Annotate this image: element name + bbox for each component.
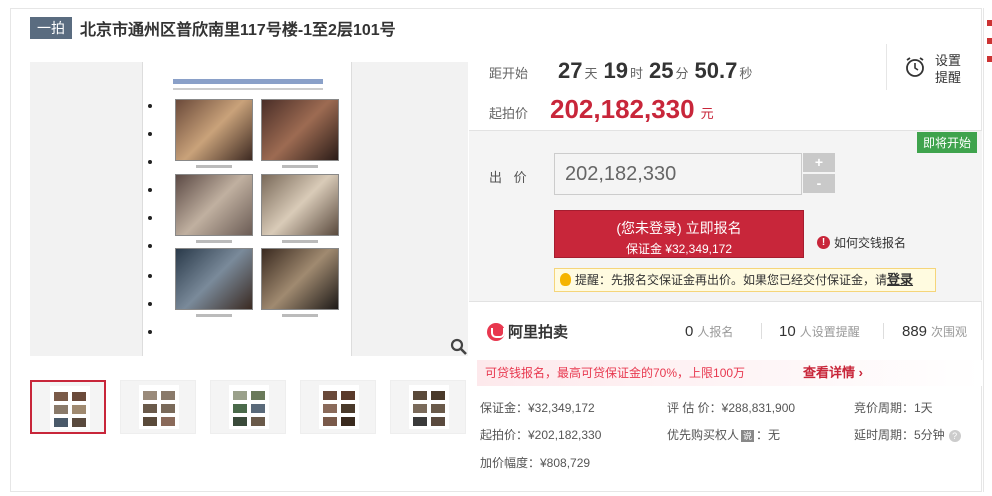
alarm-clock-icon	[906, 57, 924, 77]
thumbnail-strip	[30, 380, 468, 434]
thumbnail[interactable]	[390, 380, 466, 434]
document-preview	[142, 62, 352, 356]
signup-count: 0 人报名	[685, 323, 734, 340]
countdown: 距开始 27 天 19 时 25 分 50.7 秒	[489, 58, 752, 86]
signup-deposit-label: 保证金 ¥32,349,172	[625, 242, 733, 256]
property-photo	[175, 99, 253, 168]
stats-bar: 阿里拍卖 0 人报名 10 人设置提醒 889 次围观	[469, 302, 982, 358]
countdown-label: 距开始	[489, 66, 529, 81]
bid-amount-input[interactable]	[554, 153, 802, 195]
how-to-pay-label: 如何交钱报名	[834, 236, 907, 250]
divider	[883, 323, 884, 339]
tip-text: 提醒：先报名交保证金再出价。如果您已经交付保证金，请	[575, 273, 888, 287]
bid-label: 出 价	[489, 170, 531, 185]
bullet-dot	[148, 244, 152, 248]
thumbnail[interactable]	[300, 380, 376, 434]
property-photo	[175, 174, 253, 243]
bullet-dot	[148, 132, 152, 136]
bullet-dot	[148, 160, 152, 164]
right-edge-strip	[983, 8, 992, 492]
set-reminder-label: 设置提醒	[935, 53, 962, 85]
login-link[interactable]: 登录	[887, 272, 913, 287]
start-price-unit: 元	[700, 106, 714, 121]
bullet-dot	[148, 188, 152, 192]
login-tip: 提醒：先报名交保证金再出价。如果您已经交付保证金，请登录	[554, 268, 936, 292]
property-photo	[261, 174, 339, 243]
bullet-dot	[148, 330, 152, 334]
bullet-dot	[148, 104, 152, 108]
increment-info: 加价幅度：¥808,729	[480, 456, 591, 470]
signup-button[interactable]: (您未登录) 立即报名 保证金 ¥32,349,172	[554, 210, 804, 258]
bid-cycle-info: 竞价周期：1天	[854, 401, 933, 415]
start-price-info: 起拍价：¥202,182,330	[480, 428, 602, 442]
thumbnail[interactable]	[210, 380, 286, 434]
countdown-days: 27	[558, 58, 583, 83]
view-details-link[interactable]: 查看详情 ›	[803, 360, 863, 386]
hours-unit: 时	[630, 66, 644, 81]
days-unit: 天	[584, 66, 598, 81]
deposit-info: 保证金：¥32,349,172	[480, 401, 595, 415]
signup-button-label: (您未登录) 立即报名	[616, 220, 742, 236]
delay-cycle-info: 延时周期：5分钟?	[854, 426, 961, 443]
edge-marker	[987, 20, 992, 26]
decrease-bid-button[interactable]: -	[803, 174, 835, 193]
edge-marker	[987, 38, 992, 44]
document-header-line	[173, 79, 323, 84]
explain-icon[interactable]: 说	[741, 429, 755, 442]
countdown-seconds: 50.7	[694, 58, 738, 83]
countdown-minutes: 25	[649, 58, 674, 83]
countdown-hours: 19	[603, 58, 628, 83]
info-icon: !	[817, 236, 830, 249]
how-to-pay-link[interactable]: ! 如何交钱报名	[817, 234, 906, 251]
zoom-icon[interactable]	[450, 338, 468, 356]
lightbulb-icon	[560, 273, 571, 286]
bid-panel: 即将开始 出 价 + - (您未登录) 立即报名 保证金 ¥32,349,172…	[469, 130, 982, 302]
bullet-dot	[148, 216, 152, 220]
help-icon[interactable]: ?	[948, 429, 961, 442]
ali-auction-icon	[487, 322, 505, 341]
minutes-unit: 分	[675, 66, 689, 81]
start-price: 起拍价 202,182,330 元	[489, 94, 714, 125]
title-row: 一拍 北京市通州区普欣南里117号楼-1至2层101号	[30, 17, 396, 39]
main-image[interactable]	[30, 62, 468, 356]
seconds-unit: 秒	[739, 66, 753, 81]
start-price-value: 202,182,330	[550, 94, 695, 124]
auction-round-badge: 一拍	[30, 17, 72, 39]
property-photo	[261, 99, 339, 168]
reminder-count: 10 人设置提醒	[779, 323, 860, 340]
edge-marker	[987, 56, 992, 62]
bullet-dot	[148, 274, 152, 278]
loan-promo-banner: 可贷钱报名，最高可贷保证金的70%，上限100万 查看详情 ›	[477, 360, 982, 386]
property-photo	[261, 248, 339, 317]
ali-auction-logo: 阿里拍卖	[487, 321, 568, 342]
increase-bid-button[interactable]: +	[803, 153, 835, 172]
start-price-label: 起拍价	[489, 106, 529, 121]
property-photo	[175, 248, 253, 317]
bullet-dot	[148, 302, 152, 306]
logo-text: 阿里拍卖	[508, 324, 569, 341]
document-subheader-line	[173, 88, 323, 90]
status-badge: 即将开始	[916, 132, 977, 153]
set-reminder-button[interactable]: 设置提醒	[886, 44, 982, 90]
divider	[761, 323, 762, 339]
loan-promo-text: 可贷钱报名，最高可贷保证金的70%，上限100万	[485, 366, 746, 380]
priority-buyer-info: 优先购买权人说：无	[667, 428, 781, 442]
appraisal-info: 评 估 价：¥288,831,900	[667, 401, 796, 415]
thumbnail[interactable]	[30, 380, 106, 434]
thumbnail[interactable]	[120, 380, 196, 434]
page-title: 北京市通州区普欣南里117号楼-1至2层101号	[80, 22, 396, 39]
view-count: 889 次围观	[902, 323, 968, 340]
